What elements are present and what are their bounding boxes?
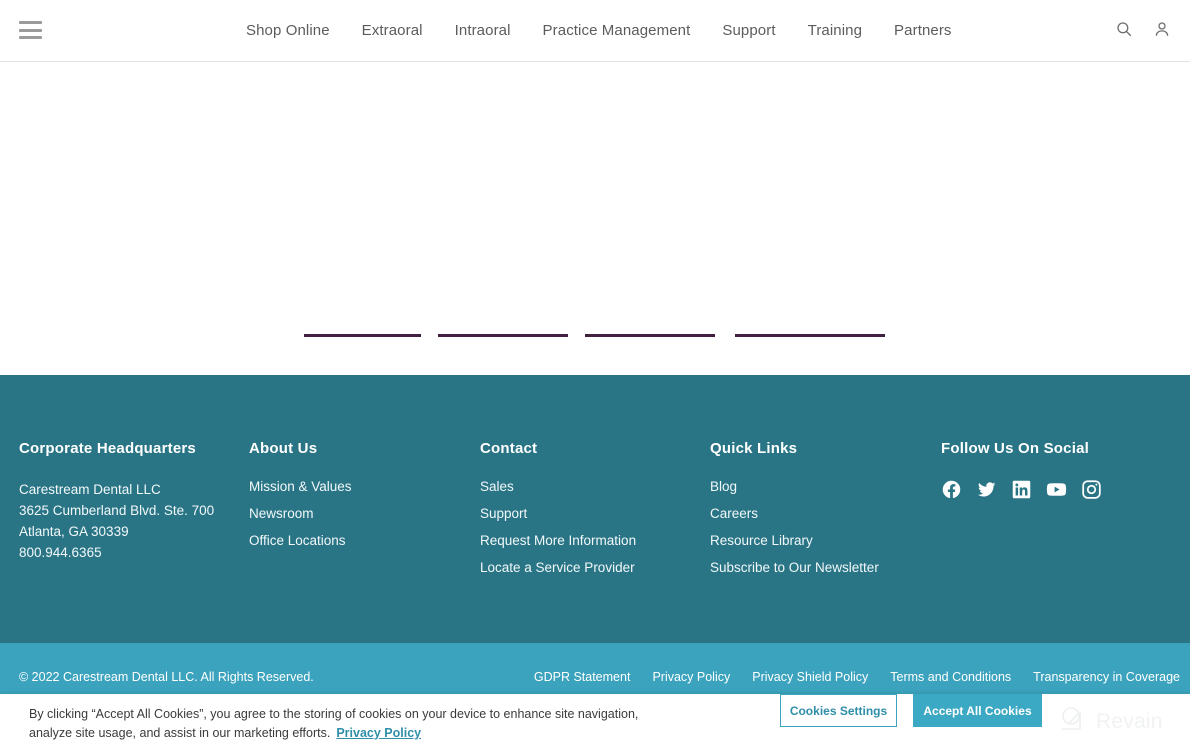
nav-item-extraoral[interactable]: Extraoral	[346, 0, 439, 61]
footer-link-request-more-information[interactable]: Request More Information	[480, 533, 705, 548]
footer-link-mission-values[interactable]: Mission & Values	[249, 479, 469, 494]
header-icon-group	[1114, 18, 1172, 40]
legal-link-gdpr-statement[interactable]: GDPR Statement	[534, 670, 631, 684]
footer-link-resource-library[interactable]: Resource Library	[710, 533, 935, 548]
footer-link-newsroom[interactable]: Newsroom	[249, 506, 469, 521]
hamburger-icon[interactable]	[19, 21, 42, 39]
footer-column-follow-us: Follow Us On Social	[941, 440, 1171, 500]
accept-all-cookies-button[interactable]: Accept All Cookies	[913, 694, 1042, 727]
footer-column-quick-links: Quick Links Blog Careers Resource Librar…	[710, 440, 935, 575]
footer-heading: Follow Us On Social	[941, 440, 1089, 457]
address-line: 3625 Cumberland Blvd. Ste. 700	[19, 503, 215, 518]
hamburger-bar	[19, 21, 42, 24]
youtube-icon[interactable]	[1046, 479, 1067, 500]
footer-heading: About Us	[249, 440, 318, 457]
footer-heading: Corporate Headquarters	[19, 440, 196, 457]
address-line: Atlanta, GA 30339	[19, 524, 129, 539]
legal-link-privacy-policy[interactable]: Privacy Policy	[652, 670, 730, 684]
footer-link-careers[interactable]: Careers	[710, 506, 935, 521]
twitter-icon[interactable]	[976, 479, 997, 500]
content-divider-2	[438, 334, 568, 337]
address-line: Carestream Dental LLC	[19, 482, 161, 497]
footer-heading: Contact	[480, 440, 538, 457]
phone-number: 800.944.6365	[19, 545, 102, 560]
cookie-message-text: By clicking “Accept All Cookies”, you ag…	[29, 707, 639, 740]
footer-link-locate-a-service-provider[interactable]: Locate a Service Provider	[480, 560, 705, 575]
site-header: Shop Online Extraoral Intraoral Practice…	[0, 0, 1190, 62]
footer-heading: Quick Links	[710, 440, 798, 457]
nav-item-intraoral[interactable]: Intraoral	[439, 0, 527, 61]
main-navigation: Shop Online Extraoral Intraoral Practice…	[246, 0, 968, 61]
content-divider-4	[735, 334, 885, 337]
hamburger-bar	[19, 28, 42, 32]
hamburger-bar	[19, 36, 42, 39]
facebook-icon[interactable]	[941, 479, 962, 500]
footer-link-support[interactable]: Support	[480, 506, 705, 521]
instagram-icon[interactable]	[1081, 479, 1102, 500]
content-divider-3	[585, 334, 715, 337]
cookie-message: By clicking “Accept All Cookies”, you ag…	[29, 705, 669, 743]
footer-link-blog[interactable]: Blog	[710, 479, 935, 494]
page-root: Shop Online Extraoral Intraoral Practice…	[0, 0, 1190, 753]
social-icon-group	[941, 479, 1171, 500]
footer-bottom-bar: © 2022 Carestream Dental LLC. All Rights…	[0, 643, 1190, 694]
nav-item-practice-management[interactable]: Practice Management	[527, 0, 707, 61]
nav-item-support[interactable]: Support	[706, 0, 791, 61]
cookie-privacy-policy-link[interactable]: Privacy Policy	[336, 726, 421, 740]
footer-link-subscribe-newsletter[interactable]: Subscribe to Our Newsletter	[710, 560, 935, 575]
legal-link-privacy-shield-policy[interactable]: Privacy Shield Policy	[752, 670, 868, 684]
nav-item-shop-online[interactable]: Shop Online	[246, 0, 346, 61]
search-icon[interactable]	[1114, 18, 1134, 40]
footer-link-office-locations[interactable]: Office Locations	[249, 533, 469, 548]
footer-link-sales[interactable]: Sales	[480, 479, 705, 494]
footer-column-about-us: About Us Mission & Values Newsroom Offic…	[249, 440, 469, 548]
content-divider-1	[304, 334, 421, 337]
legal-link-transparency-in-coverage[interactable]: Transparency in Coverage	[1033, 670, 1180, 684]
linkedin-icon[interactable]	[1011, 479, 1032, 500]
account-icon[interactable]	[1152, 18, 1172, 40]
footer-column-corporate-headquarters: Corporate Headquarters Carestream Dental…	[19, 440, 239, 563]
footer-column-contact: Contact Sales Support Request More Infor…	[480, 440, 705, 575]
content-area	[0, 62, 1190, 375]
legal-link-terms-and-conditions[interactable]: Terms and Conditions	[890, 670, 1011, 684]
nav-item-training[interactable]: Training	[792, 0, 878, 61]
cookies-settings-button[interactable]: Cookies Settings	[780, 694, 897, 727]
legal-link-group: GDPR Statement Privacy Policy Privacy Sh…	[534, 670, 1180, 684]
nav-item-partners[interactable]: Partners	[878, 0, 968, 61]
site-footer: Corporate Headquarters Carestream Dental…	[0, 375, 1190, 643]
copyright-text: © 2022 Carestream Dental LLC. All Rights…	[19, 670, 314, 684]
